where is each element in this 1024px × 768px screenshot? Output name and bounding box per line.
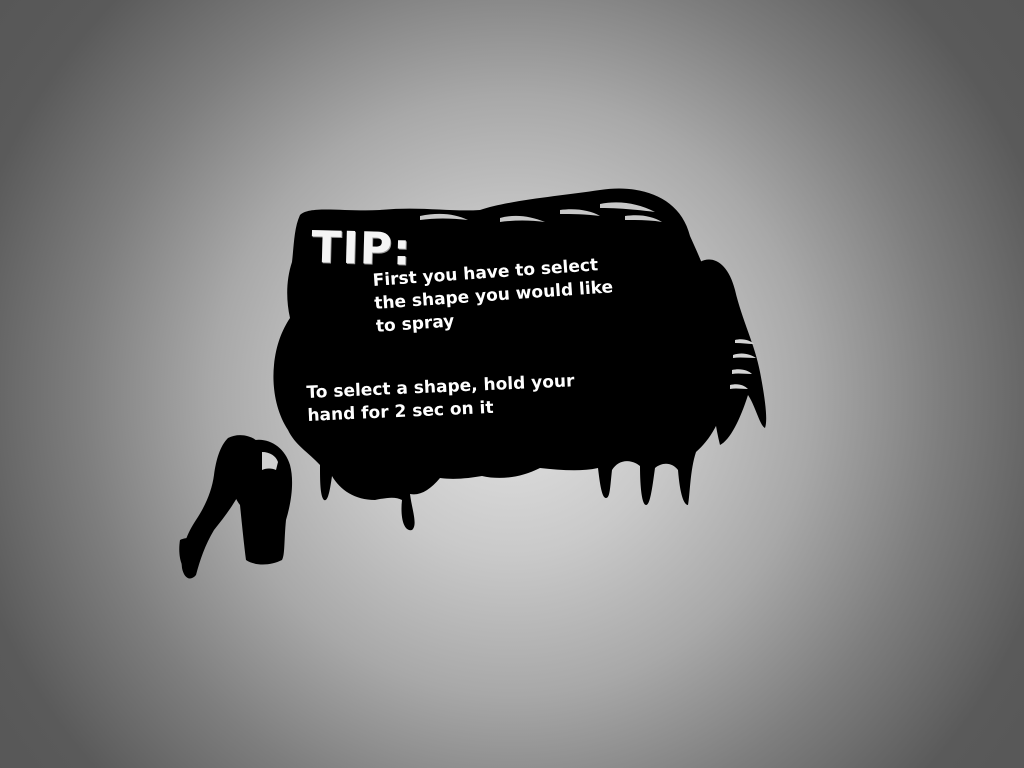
spray-can-hand-icon xyxy=(179,435,293,579)
tip-screen: TIP: First you have to select the shape … xyxy=(0,0,1024,768)
